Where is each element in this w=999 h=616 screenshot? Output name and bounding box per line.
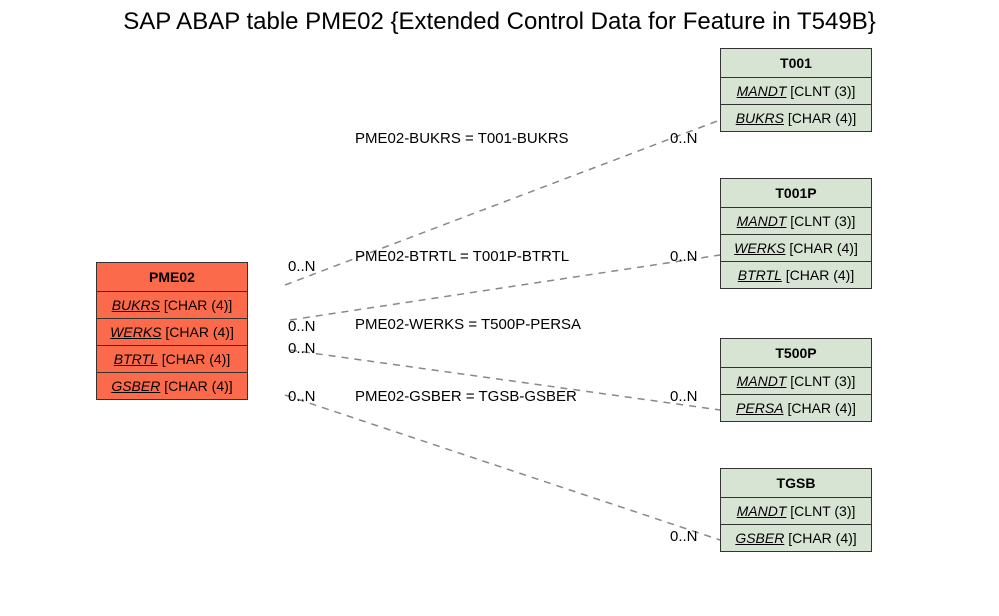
- diagram-title: SAP ABAP table PME02 {Extended Control D…: [0, 8, 999, 36]
- entity-pme02-field: BTRTL [CHAR (4)]: [97, 346, 247, 373]
- entity-field: BTRTL [CHAR (4)]: [721, 262, 871, 288]
- entity-header: T500P: [721, 339, 871, 368]
- entity-field: MANDT [CLNT (3)]: [721, 208, 871, 235]
- relation-label: PME02-WERKS = T500P-PERSA: [355, 316, 581, 333]
- entity-header: T001: [721, 49, 871, 78]
- entity-field: WERKS [CHAR (4)]: [721, 235, 871, 262]
- relation-label: PME02-GSBER = TGSB-GSBER: [355, 388, 577, 405]
- entity-t001: T001 MANDT [CLNT (3)] BUKRS [CHAR (4)]: [720, 48, 872, 132]
- cardinality: 0..N: [670, 388, 698, 405]
- entity-tgsb: TGSB MANDT [CLNT (3)] GSBER [CHAR (4)]: [720, 468, 872, 552]
- cardinality: 0..N: [288, 340, 316, 357]
- cardinality: 0..N: [288, 318, 316, 335]
- relation-label: PME02-BUKRS = T001-BUKRS: [355, 130, 569, 147]
- entity-field: GSBER [CHAR (4)]: [721, 525, 871, 551]
- entity-field: MANDT [CLNT (3)]: [721, 78, 871, 105]
- entity-field: BUKRS [CHAR (4)]: [721, 105, 871, 131]
- cardinality: 0..N: [670, 528, 698, 545]
- entity-field: PERSA [CHAR (4)]: [721, 395, 871, 421]
- cardinality: 0..N: [288, 258, 316, 275]
- cardinality: 0..N: [670, 248, 698, 265]
- cardinality: 0..N: [670, 130, 698, 147]
- entity-t500p: T500P MANDT [CLNT (3)] PERSA [CHAR (4)]: [720, 338, 872, 422]
- entity-pme02-header: PME02: [97, 263, 247, 292]
- entity-t001p: T001P MANDT [CLNT (3)] WERKS [CHAR (4)] …: [720, 178, 872, 289]
- entity-pme02-field: GSBER [CHAR (4)]: [97, 373, 247, 399]
- entity-field: MANDT [CLNT (3)]: [721, 498, 871, 525]
- cardinality: 0..N: [288, 388, 316, 405]
- entity-pme02: PME02 BUKRS [CHAR (4)] WERKS [CHAR (4)] …: [96, 262, 248, 400]
- entity-header: TGSB: [721, 469, 871, 498]
- relation-label: PME02-BTRTL = T001P-BTRTL: [355, 248, 569, 265]
- entity-pme02-field: WERKS [CHAR (4)]: [97, 319, 247, 346]
- entity-pme02-field: BUKRS [CHAR (4)]: [97, 292, 247, 319]
- entity-header: T001P: [721, 179, 871, 208]
- entity-field: MANDT [CLNT (3)]: [721, 368, 871, 395]
